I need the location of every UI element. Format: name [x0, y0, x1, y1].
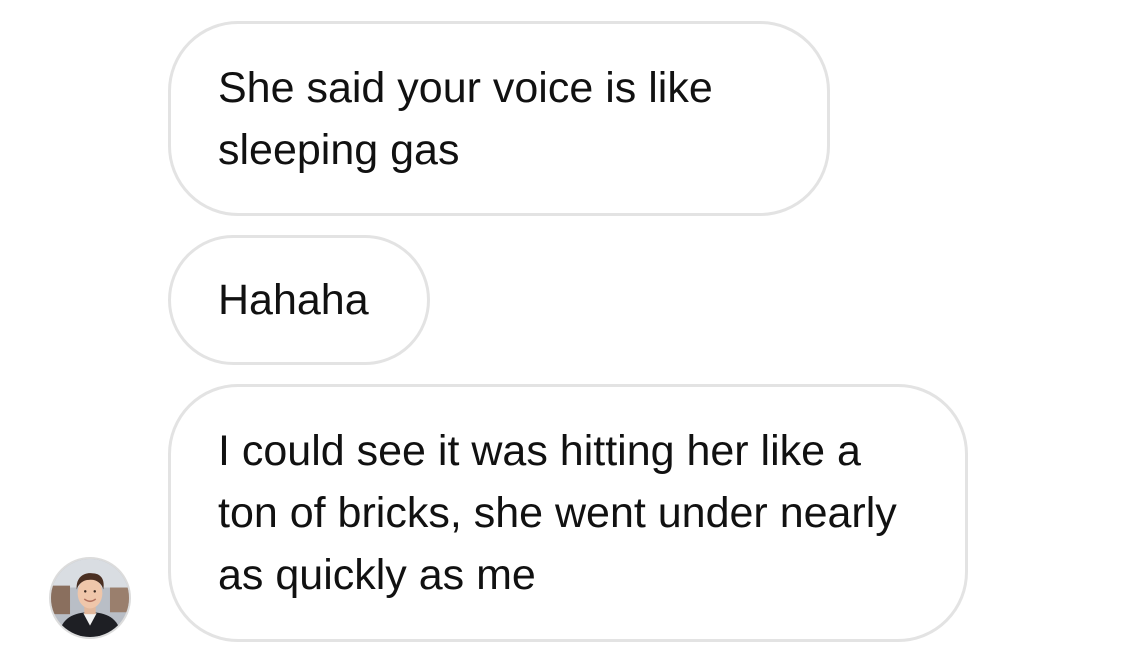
message-bubble[interactable]: She said your voice is like sleeping gas: [168, 21, 830, 216]
message-text: I could see it was hitting her like a to…: [218, 427, 897, 599]
message-thread: She said your voice is like sleeping gas…: [0, 0, 1125, 655]
sender-avatar[interactable]: [49, 557, 131, 639]
message-text: Hahaha: [218, 276, 369, 324]
profile-photo-icon: [51, 559, 129, 637]
message-bubble[interactable]: Hahaha: [168, 235, 430, 365]
message-bubble[interactable]: I could see it was hitting her like a to…: [168, 384, 968, 642]
message-text: She said your voice is like sleeping gas: [218, 63, 713, 174]
